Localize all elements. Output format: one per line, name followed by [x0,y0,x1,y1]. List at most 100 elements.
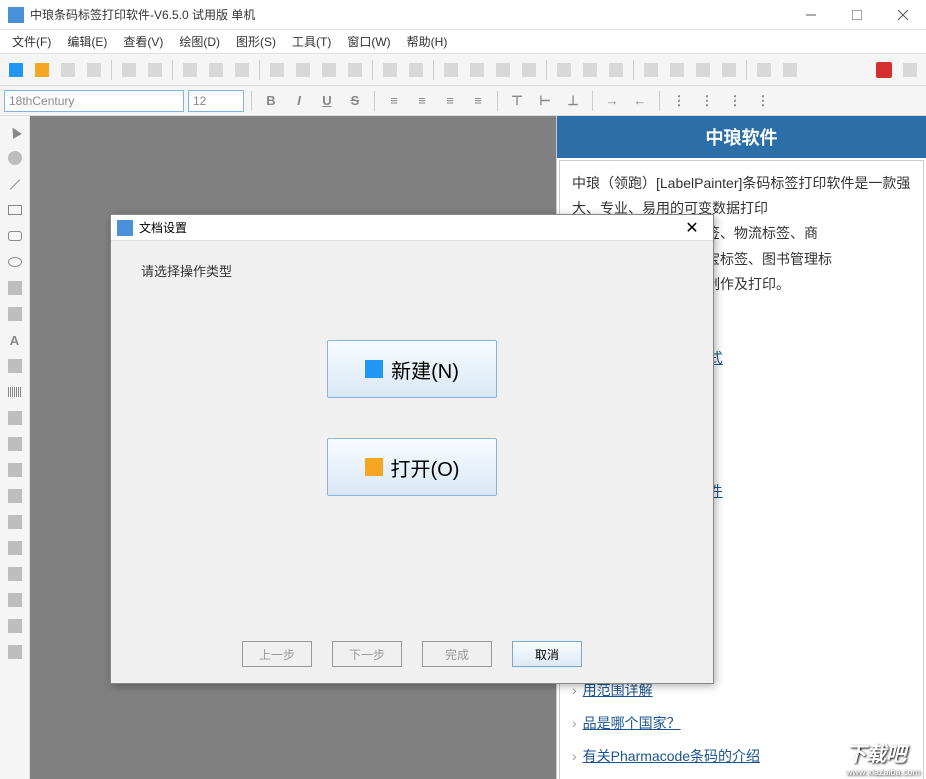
preview-button[interactable] [143,58,167,82]
bold-button[interactable]: B [259,89,283,113]
roundrect-tool[interactable] [3,224,27,248]
redo-button[interactable] [404,58,428,82]
grid-button[interactable] [204,58,228,82]
fill-tool[interactable] [3,588,27,612]
db-button[interactable] [778,58,802,82]
window-titlebar: 中琅条码标签打印软件-V6.5.0 试用版 单机 [0,0,926,30]
zoom-out-button[interactable] [465,58,489,82]
menubar: 文件(F) 编辑(E) 查看(V) 绘图(D) 图形(S) 工具(T) 窗口(W… [0,30,926,54]
eraser-tool[interactable] [3,640,27,664]
table-tool[interactable] [3,458,27,482]
polygon-tool[interactable] [3,276,27,300]
ungroup-button[interactable] [604,58,628,82]
menu-window[interactable]: 窗口(W) [339,31,398,52]
maximize-button[interactable] [834,0,880,30]
open-button[interactable] [30,58,54,82]
strike-button[interactable]: S [343,89,367,113]
align-left-button[interactable]: ≡ [382,89,406,113]
italic-button[interactable]: I [287,89,311,113]
indent-button[interactable]: → [600,89,624,113]
minimize-button[interactable] [788,0,834,30]
rect-tool[interactable] [3,198,27,222]
valign-mid-button[interactable]: ⊢ [533,89,557,113]
menu-shape[interactable]: 图形(S) [228,31,284,52]
valign-top-button[interactable]: ⊤ [505,89,529,113]
next-button: 下一步 [332,641,402,667]
list-item: 品是哪个国家？ [572,707,911,740]
callout-tool[interactable] [3,562,27,586]
delete-button[interactable] [343,58,367,82]
dialog-title: 文档设置 [139,219,677,236]
zoom-100-button[interactable] [517,58,541,82]
guides-button[interactable] [230,58,254,82]
barcode-tool[interactable] [3,380,27,404]
outdent-button[interactable]: ← [628,89,652,113]
menu-draw[interactable]: 绘图(D) [171,31,228,52]
new-button[interactable] [4,58,28,82]
copy-button[interactable] [291,58,315,82]
settings-button[interactable] [752,58,776,82]
align-right-button[interactable]: ≡ [438,89,462,113]
panel-header: 中琅软件 [557,116,926,158]
open-doc-button[interactable]: 打开(O) [327,438,497,496]
paste-button[interactable] [317,58,341,82]
finish-button: 完成 [422,641,492,667]
undo-button[interactable] [378,58,402,82]
cut-button[interactable] [265,58,289,82]
select-button[interactable] [639,58,663,82]
richtext-tool[interactable] [3,354,27,378]
align-justify-button[interactable]: ≡ [466,89,490,113]
cancel-button[interactable]: 取消 [512,641,582,667]
ellipse-tool[interactable] [3,250,27,274]
underline-button[interactable]: U [315,89,339,113]
menu-file[interactable]: 文件(F) [4,31,59,52]
help-button[interactable] [898,58,922,82]
menu-edit[interactable]: 编辑(E) [59,31,115,52]
new-doc-button[interactable]: 新建(N) [327,340,497,398]
font-family-select[interactable] [4,90,184,112]
spacing2-button[interactable]: ⋮ [695,89,719,113]
back-button[interactable] [691,58,715,82]
zoom-fit-button[interactable] [491,58,515,82]
hand-tool[interactable] [3,146,27,170]
bezier-tool[interactable] [3,536,27,560]
left-toolbox: A [0,116,30,779]
lock-button[interactable] [717,58,741,82]
app-icon [8,7,24,23]
qrcode-tool[interactable] [3,406,27,430]
menu-help[interactable]: 帮助(H) [399,31,456,52]
saveas-button[interactable] [82,58,106,82]
font-size-select[interactable] [188,90,244,112]
dialog-icon [117,220,133,236]
group-button[interactable] [578,58,602,82]
arc-tool[interactable] [3,510,27,534]
save-button[interactable] [56,58,80,82]
format-bar: B I U S ≡ ≡ ≡ ≡ ⊤ ⊢ ⊥ → ← ⋮ ⋮ ⋮ ⋮ [0,86,926,116]
curve-tool[interactable] [3,484,27,508]
front-button[interactable] [665,58,689,82]
spacing3-button[interactable]: ⋮ [723,89,747,113]
text-tool[interactable]: A [3,328,27,352]
pointer-tool[interactable] [3,120,27,144]
image-tool[interactable] [3,432,27,456]
menu-tools[interactable]: 工具(T) [284,31,339,52]
dialog-close-button[interactable]: ✕ [677,216,707,240]
spacing1-button[interactable]: ⋮ [667,89,691,113]
print-button[interactable] [117,58,141,82]
toolbar [0,54,926,86]
layer-button[interactable] [552,58,576,82]
zoom-in-button[interactable] [439,58,463,82]
snap-button[interactable] [178,58,202,82]
line-tool[interactable] [3,172,27,196]
spacing4-button[interactable]: ⋮ [751,89,775,113]
star-tool[interactable] [3,302,27,326]
valign-bot-button[interactable]: ⊥ [561,89,585,113]
window-title: 中琅条码标签打印软件-V6.5.0 试用版 单机 [30,6,788,23]
pdf-button[interactable] [872,58,896,82]
align-center-button[interactable]: ≡ [410,89,434,113]
close-button[interactable] [880,0,926,30]
menu-view[interactable]: 查看(V) [115,31,171,52]
new-icon [365,360,383,378]
dialog-titlebar[interactable]: 文档设置 ✕ [111,215,713,241]
stroke-tool[interactable] [3,614,27,638]
